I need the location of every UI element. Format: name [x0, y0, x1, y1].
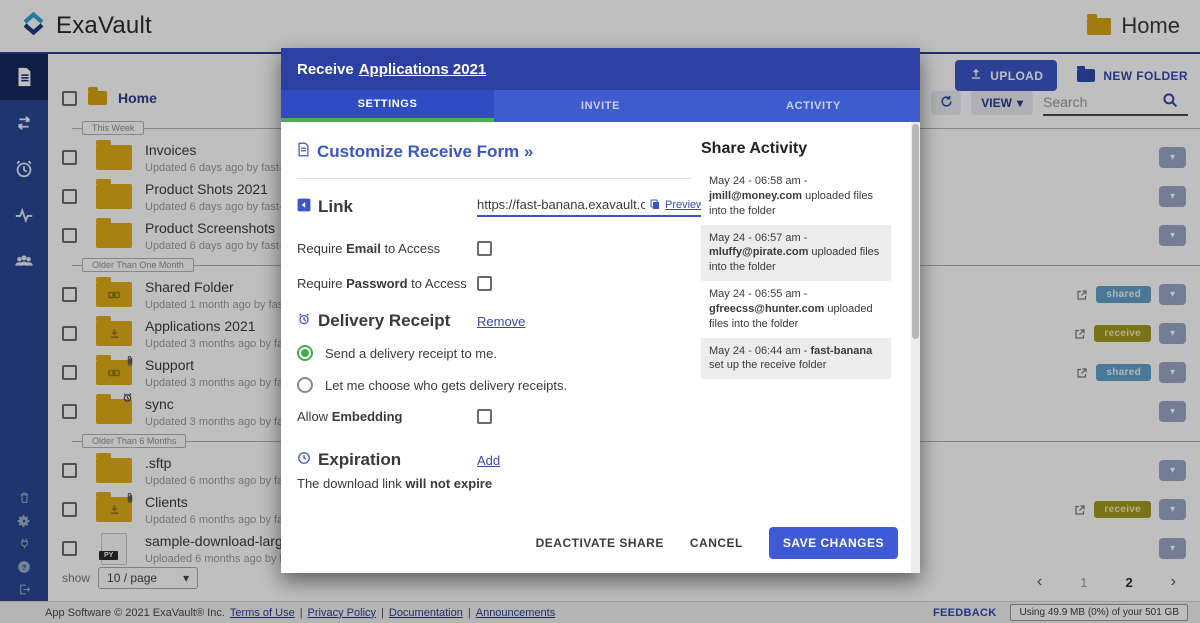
link-heading: Link: [297, 197, 477, 217]
modal-title-prefix: Receive: [297, 61, 354, 78]
alarm-clock-icon: [297, 311, 311, 331]
receive-settings-modal: Receive Applications 2021 SETTINGS INVIT…: [281, 48, 920, 573]
require-email-checkbox[interactable]: [477, 241, 492, 256]
tab-settings[interactable]: SETTINGS: [281, 90, 494, 122]
share-url: https://fast-banana.exavault.com/s: [477, 197, 645, 212]
expiration-note: The download link will not expire: [297, 476, 691, 491]
link-row: Link https://fast-banana.exavault.com/s …: [297, 197, 691, 217]
expiration-heading: Expiration: [297, 450, 477, 470]
radio-unselected-icon[interactable]: [297, 377, 313, 393]
remove-receipt-link[interactable]: Remove: [477, 314, 525, 329]
clock-icon: [297, 450, 311, 470]
activity-entry: May 24 - 06:44 am - fast-banana set up t…: [701, 338, 891, 380]
delivery-receipt-row: Delivery Receipt Remove: [297, 311, 691, 331]
require-password-checkbox[interactable]: [477, 276, 492, 291]
allow-embedding-row: Allow Embedding: [297, 409, 691, 424]
activity-entry: May 24 - 06:57 am - mluffy@pirate.com up…: [701, 225, 891, 282]
delivery-receipt-heading: Delivery Receipt: [297, 311, 477, 331]
activity-entry: May 24 - 06:55 am - gfreecss@hunter.com …: [701, 281, 891, 338]
share-activity-title: Share Activity: [701, 140, 891, 158]
save-changes-button[interactable]: SAVE CHANGES: [769, 527, 898, 559]
cancel-button[interactable]: CANCEL: [690, 536, 743, 550]
modal-body: Customize Receive Form » Link https://fa…: [281, 122, 920, 573]
modal-title-bar: Receive Applications 2021: [281, 48, 920, 90]
modal-tabs: SETTINGS INVITE ACTIVITY: [281, 90, 920, 122]
activity-entry: May 24 - 06:58 am - jmill@money.com uplo…: [701, 168, 891, 225]
radio-selected-icon[interactable]: [297, 345, 313, 361]
modal-scrollbar[interactable]: [911, 122, 920, 573]
preview-link[interactable]: Preview: [665, 199, 704, 211]
require-password-row: Require Password to Access: [297, 276, 691, 291]
copy-icon[interactable]: [649, 198, 661, 211]
divider: [297, 178, 691, 179]
share-activity-panel: Share Activity May 24 - 06:58 am - jmill…: [701, 122, 891, 573]
settings-form: Customize Receive Form » Link https://fa…: [281, 122, 701, 573]
receipt-option-choose[interactable]: Let me choose who gets delivery receipts…: [297, 377, 691, 393]
tab-invite[interactable]: INVITE: [494, 90, 707, 122]
expiration-row: Expiration Add: [297, 450, 691, 470]
modal-actions: DEACTIVATE SHARE CANCEL SAVE CHANGES: [536, 527, 898, 559]
document-icon: [297, 142, 310, 162]
customize-form-heading[interactable]: Customize Receive Form »: [297, 142, 691, 162]
receipt-option-me[interactable]: Send a delivery receipt to me.: [297, 345, 691, 361]
share-activity-list: May 24 - 06:58 am - jmill@money.com uplo…: [701, 168, 891, 379]
add-expiration-link[interactable]: Add: [477, 453, 500, 468]
modal-title-folder-link[interactable]: Applications 2021: [359, 61, 487, 78]
share-link-icon: [297, 197, 311, 217]
share-url-field[interactable]: https://fast-banana.exavault.com/s Previ…: [477, 197, 704, 217]
allow-embedding-checkbox[interactable]: [477, 409, 492, 424]
deactivate-share-button[interactable]: DEACTIVATE SHARE: [536, 536, 664, 550]
require-email-row: Require Email to Access: [297, 241, 691, 256]
tab-activity[interactable]: ACTIVITY: [707, 90, 920, 122]
scrollbar-thumb[interactable]: [912, 124, 919, 339]
